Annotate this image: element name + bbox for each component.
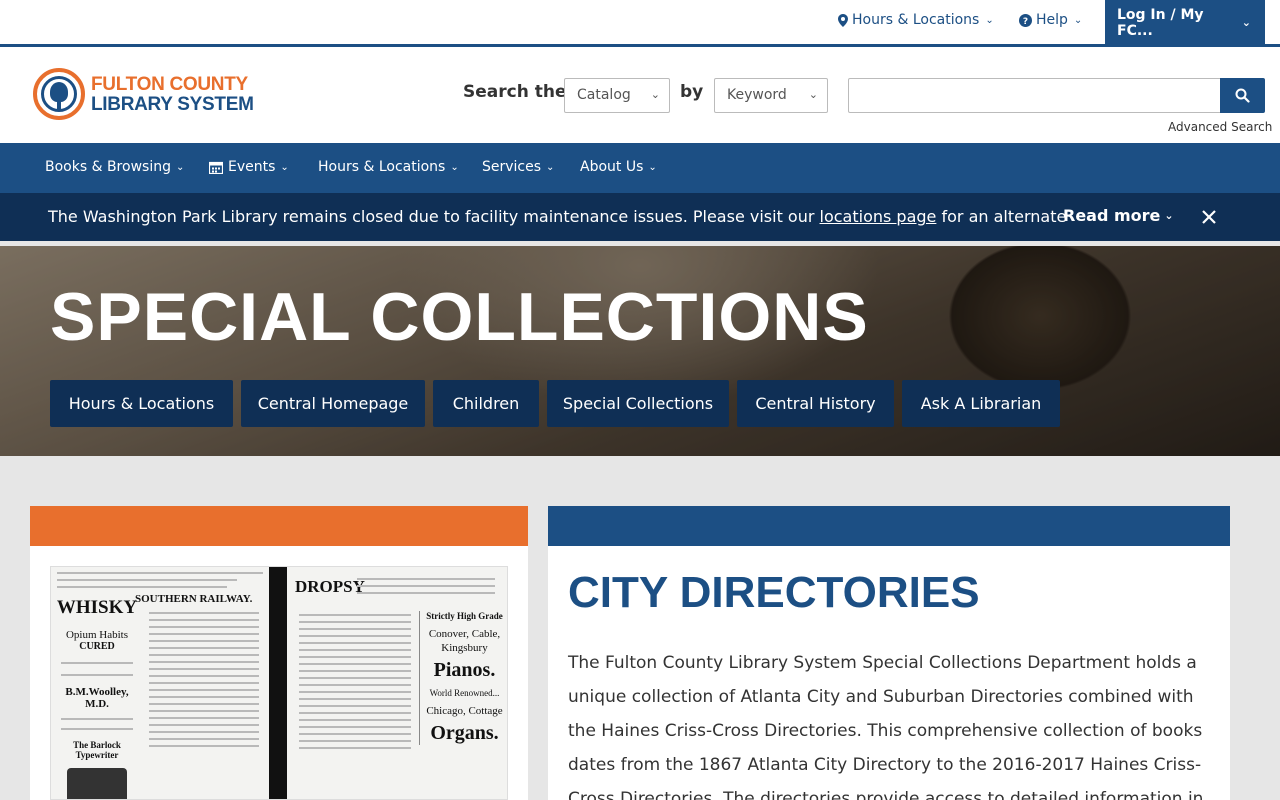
alert-text-start: The Washington Park Library remains clos… <box>48 207 820 226</box>
locations-page-link[interactable]: locations page <box>820 207 937 226</box>
nav-item-label: Events <box>228 159 276 175</box>
svg-text:?: ? <box>1023 17 1028 27</box>
card-accent-bar <box>548 506 1230 546</box>
alert-banner: The Washington Park Library remains clos… <box>0 193 1280 241</box>
section-title: CITY DIRECTORIES <box>568 568 980 617</box>
search-icon <box>1235 88 1250 103</box>
utility-help-label: Help <box>1036 12 1068 28</box>
hero-button-children[interactable]: Children <box>433 380 539 427</box>
scan-text: Chicago, Cottage <box>426 705 503 717</box>
main-navigation: Books & Browsing ⌄ Events ⌄ Hours & Loca… <box>0 143 1280 193</box>
section-body: The Fulton County Library System Special… <box>568 653 1204 800</box>
chevron-down-icon: ⌄ <box>1073 14 1083 26</box>
hero-button-label: Special Collections <box>562 394 714 413</box>
chevron-down-icon: ⌄ <box>175 161 185 173</box>
scan-text: Strictly High Grade <box>426 611 503 621</box>
chevron-down-icon: ⌄ <box>808 88 818 101</box>
nav-hours-locations[interactable]: Hours & Locations ⌄ <box>318 159 459 175</box>
nav-item-label: Hours & Locations <box>318 159 446 175</box>
scan-text: CURED <box>79 641 115 652</box>
nav-events[interactable]: Events ⌄ <box>209 159 289 175</box>
chevron-down-icon: ⌄ <box>546 161 555 173</box>
tree-logo-icon <box>33 68 85 120</box>
read-more-button[interactable]: Read more ⌄ <box>1063 206 1174 225</box>
utility-hours-label: Hours & Locations <box>852 12 980 28</box>
hero-button-label: Central Homepage <box>257 394 409 413</box>
search-type-value: Keyword <box>727 87 787 103</box>
hero-banner: SPECIAL COLLECTIONS Hours & Locations Ce… <box>0 246 1280 456</box>
hero-button-label: Children <box>452 394 520 413</box>
nav-item-label: About Us <box>580 159 644 175</box>
scan-text: Pianos. <box>433 659 496 681</box>
site-header: FULTON COUNTY LIBRARY SYSTEM Search the … <box>0 47 1280 143</box>
nav-item-label: Services <box>482 159 542 175</box>
utility-bar: Hours & Locations ⌄ ? Help ⌄ Log In / My… <box>0 0 1280 45</box>
hero-button-ask-a-librarian[interactable]: Ask A Librarian <box>902 380 1060 427</box>
by-label: by <box>680 82 704 102</box>
alert-message: The Washington Park Library remains clos… <box>48 207 1066 226</box>
chevron-down-icon: ⌄ <box>450 161 459 173</box>
chevron-down-icon: ⌄ <box>1241 16 1251 29</box>
card-accent-bar <box>30 506 528 546</box>
scan-text: SOUTHERN RAILWAY. <box>135 593 253 605</box>
search-the-label: Search the <box>463 82 567 102</box>
catalog-search-input[interactable] <box>848 78 1221 113</box>
logo-line-1: FULTON COUNTY <box>91 73 248 95</box>
scan-text: Opium Habits <box>65 629 129 641</box>
logo-line-2: LIBRARY SYSTEM <box>91 93 254 115</box>
nav-item-label: Books & Browsing <box>45 159 171 175</box>
scan-text: Conover, Cable, Kingsbury <box>428 628 501 654</box>
nav-about-us[interactable]: About Us ⌄ <box>580 159 657 175</box>
city-directory-scan-image: SOUTHERN RAILWAY. WHISKY Opium Habits CU… <box>50 566 508 800</box>
city-directories-card: CITY DIRECTORIES The Fulton County Libra… <box>548 506 1230 800</box>
scan-text: WHISKY <box>56 597 138 618</box>
nav-books-browsing[interactable]: Books & Browsing ⌄ <box>45 159 184 175</box>
login-button[interactable]: Log In / My FC... ⌄ <box>1105 0 1265 45</box>
map-pin-icon <box>838 13 848 27</box>
alert-close-button[interactable] <box>1198 203 1220 229</box>
hero-button-label: Hours & Locations <box>68 394 215 413</box>
question-circle-icon: ? <box>1019 13 1032 27</box>
utility-hours-locations-link[interactable]: Hours & Locations ⌄ <box>838 12 994 28</box>
search-type-select[interactable]: Keyword ⌄ <box>714 78 828 113</box>
hero-button-special-collections[interactable]: Special Collections <box>547 380 729 427</box>
read-more-label: Read more <box>1063 206 1161 225</box>
library-logo[interactable]: FULTON COUNTY LIBRARY SYSTEM <box>33 68 254 120</box>
page-title: SPECIAL COLLECTIONS <box>50 279 869 355</box>
scan-text: B.M.Woolley, M.D. <box>65 686 129 710</box>
chevron-down-icon: ⌄ <box>648 161 657 173</box>
hero-button-central-history[interactable]: Central History <box>737 380 894 427</box>
chevron-down-icon: ⌄ <box>650 88 660 101</box>
nav-services[interactable]: Services ⌄ <box>482 159 554 175</box>
catalog-select-value: Catalog <box>577 87 631 103</box>
chevron-down-icon: ⌄ <box>280 161 289 173</box>
chevron-down-icon: ⌄ <box>1164 209 1174 222</box>
scan-text: The Barlock Typewriter <box>73 740 121 760</box>
scan-text: World Renowned... <box>429 688 500 698</box>
hero-button-label: Ask A Librarian <box>920 394 1042 413</box>
calendar-icon <box>209 161 223 174</box>
scan-text: Organs. <box>430 722 499 744</box>
hero-button-hours-locations[interactable]: Hours & Locations <box>50 380 233 427</box>
advanced-search-link[interactable]: Advanced Search <box>1168 120 1272 134</box>
login-label: Log In / My FC... <box>1117 6 1204 39</box>
hero-button-central-homepage[interactable]: Central Homepage <box>241 380 425 427</box>
search-button[interactable] <box>1220 78 1265 113</box>
chevron-down-icon: ⌄ <box>985 14 994 26</box>
close-icon <box>1202 210 1216 224</box>
alert-text-end: for an alternate <box>936 207 1067 226</box>
hero-button-label: Central History <box>755 394 876 413</box>
catalog-select[interactable]: Catalog ⌄ <box>564 78 670 113</box>
directory-image-card: SOUTHERN RAILWAY. WHISKY Opium Habits CU… <box>30 506 528 800</box>
utility-help-link[interactable]: ? Help ⌄ <box>1019 12 1082 28</box>
